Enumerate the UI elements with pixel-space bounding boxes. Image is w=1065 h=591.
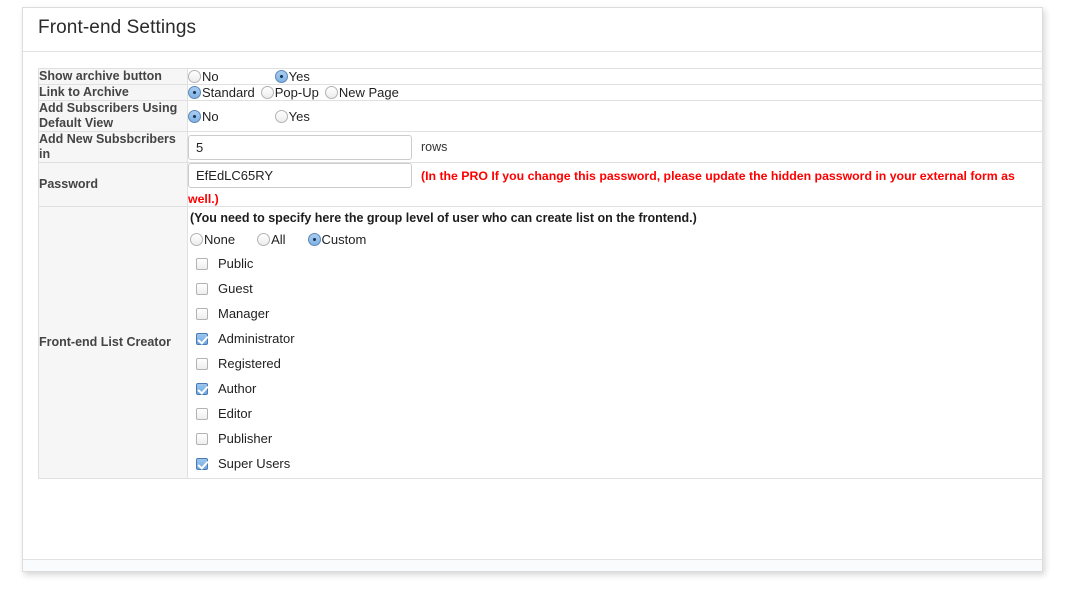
settings-table: Show archive button No Yes Link to Archi… (38, 68, 1043, 479)
radio-label: No (202, 69, 219, 84)
checkbox-icon[interactable] (196, 307, 208, 320)
radio-group-list-creator: None All Custom (188, 232, 1042, 247)
row-value-add-new-subscribers: rows (187, 131, 1043, 163)
checkbox-label: Author (218, 381, 257, 396)
row-value-add-subscribers-default-view: No Yes (187, 100, 1043, 132)
table-row-add-subscribers-default-view: Add Subscribers Using Default View No Ye… (38, 100, 1043, 132)
list-item[interactable]: Manager (196, 301, 1042, 326)
radio-label: None (204, 232, 236, 247)
checkbox-label: Super Users (218, 456, 291, 471)
radio-group-show-archive: No Yes (188, 69, 1042, 84)
row-value-password: (In the PRO If you change this password,… (187, 162, 1043, 207)
radio-label: New Page (338, 85, 399, 100)
settings-card: Front-end Settings Show archive button N… (22, 7, 1043, 572)
checkbox-label: Public (218, 256, 254, 271)
add-new-subscribers-input[interactable] (188, 134, 412, 160)
radio-icon[interactable] (260, 86, 274, 99)
radio-icon[interactable] (190, 233, 203, 246)
list-item[interactable]: Editor (196, 401, 1042, 426)
checkbox-label: Registered (218, 356, 281, 371)
list-creator-hint: (You need to specify here the group leve… (190, 211, 697, 225)
password-wrapper: (In the PRO If you change this password,… (188, 163, 1042, 206)
row-label-show-archive: Show archive button (38, 68, 188, 85)
radio-label: All (271, 232, 286, 247)
checkbox-icon[interactable] (196, 457, 208, 470)
list-item[interactable]: Public (196, 251, 1042, 276)
row-label-link-to-archive: Link to Archive (38, 84, 188, 101)
card-footer (23, 559, 1042, 571)
list-item[interactable]: Guest (196, 276, 1042, 301)
radio-label: Custom (321, 232, 367, 247)
password-note-line1: (In the PRO If you change this password,… (421, 168, 1015, 183)
row-label-password: Password (38, 162, 188, 207)
radio-group-link-to-archive: Standard Pop-Up New Page (188, 85, 1042, 100)
radio-icon[interactable] (324, 86, 338, 99)
row-label-add-new-subscribers: Add New Subsbcribers in (38, 131, 188, 163)
radio-icon[interactable] (188, 70, 201, 83)
checkbox-icon[interactable] (196, 257, 208, 270)
radio-label: No (202, 108, 219, 124)
radio-icon[interactable] (307, 233, 321, 246)
radio-label: Yes (288, 69, 310, 84)
radio-label: Standard (202, 85, 255, 100)
radio-option-show-archive-no[interactable]: No (188, 69, 219, 84)
checkbox-label: Publisher (218, 431, 273, 446)
row-value-link-to-archive: Standard Pop-Up New Page (187, 84, 1043, 101)
list-item[interactable]: Publisher (196, 426, 1042, 451)
checkbox-label: Administrator (218, 331, 295, 346)
radio-option-default-view-no[interactable]: No (188, 109, 219, 124)
checkbox-icon[interactable] (196, 382, 208, 395)
password-input-row: (In the PRO If you change this password,… (188, 163, 1042, 188)
table-row-password: Password (In the PRO If you change this … (38, 162, 1043, 207)
row-value-show-archive: No Yes (187, 68, 1043, 85)
radio-option-creator-none[interactable]: None (190, 232, 235, 247)
list-item[interactable]: Super Users (196, 451, 1042, 476)
radio-icon[interactable] (188, 86, 201, 99)
radio-option-link-newpage[interactable]: New Page (324, 85, 399, 100)
row-label-list-creator: Front-end List Creator (38, 206, 188, 479)
radio-option-default-view-yes[interactable]: Yes (274, 108, 310, 124)
radio-label: Yes (288, 108, 310, 124)
password-note-line2: well.) (188, 192, 219, 206)
table-row-list-creator: Front-end List Creator (You need to spec… (38, 206, 1043, 479)
radio-label: Pop-Up (274, 85, 319, 100)
row-label-add-subscribers-default-view: Add Subscribers Using Default View (38, 100, 188, 132)
radio-icon[interactable] (274, 70, 288, 83)
row-value-list-creator: (You need to specify here the group leve… (187, 206, 1043, 479)
card-header: Front-end Settings (23, 8, 1042, 52)
group-checkbox-list: Public Guest Manager Administrator Regis… (188, 247, 1042, 478)
radio-option-show-archive-yes[interactable]: Yes (274, 69, 310, 84)
radio-icon[interactable] (257, 233, 271, 246)
radio-option-creator-custom[interactable]: Custom (307, 232, 367, 247)
radio-icon[interactable] (188, 109, 201, 123)
radio-option-creator-all[interactable]: All (257, 232, 286, 247)
password-input[interactable] (188, 163, 412, 188)
rows-input-wrapper: rows (188, 134, 1042, 160)
list-item[interactable]: Registered (196, 351, 1042, 376)
page-title: Front-end Settings (38, 17, 197, 38)
checkbox-icon[interactable] (196, 357, 208, 370)
checkbox-icon[interactable] (196, 332, 208, 345)
list-item[interactable]: Author (196, 376, 1042, 401)
radio-option-link-standard[interactable]: Standard (188, 85, 255, 100)
checkbox-icon[interactable] (196, 407, 208, 420)
checkbox-icon[interactable] (196, 432, 208, 445)
checkbox-label: Guest (218, 281, 253, 296)
radio-icon[interactable] (274, 109, 288, 123)
table-row-link-to-archive: Link to Archive Standard Pop-Up New Page (38, 84, 1043, 101)
radio-group-add-subscribers-default-view: No Yes (188, 109, 1042, 124)
checkbox-icon[interactable] (196, 282, 208, 295)
list-item[interactable]: Administrator (196, 326, 1042, 351)
table-row-add-new-subscribers: Add New Subsbcribers in rows (38, 131, 1043, 163)
rows-suffix-label: rows (421, 140, 448, 154)
checkbox-label: Manager (218, 306, 270, 321)
checkbox-label: Editor (218, 406, 252, 421)
table-row-show-archive: Show archive button No Yes (38, 68, 1043, 85)
radio-option-link-popup[interactable]: Pop-Up (260, 85, 319, 100)
